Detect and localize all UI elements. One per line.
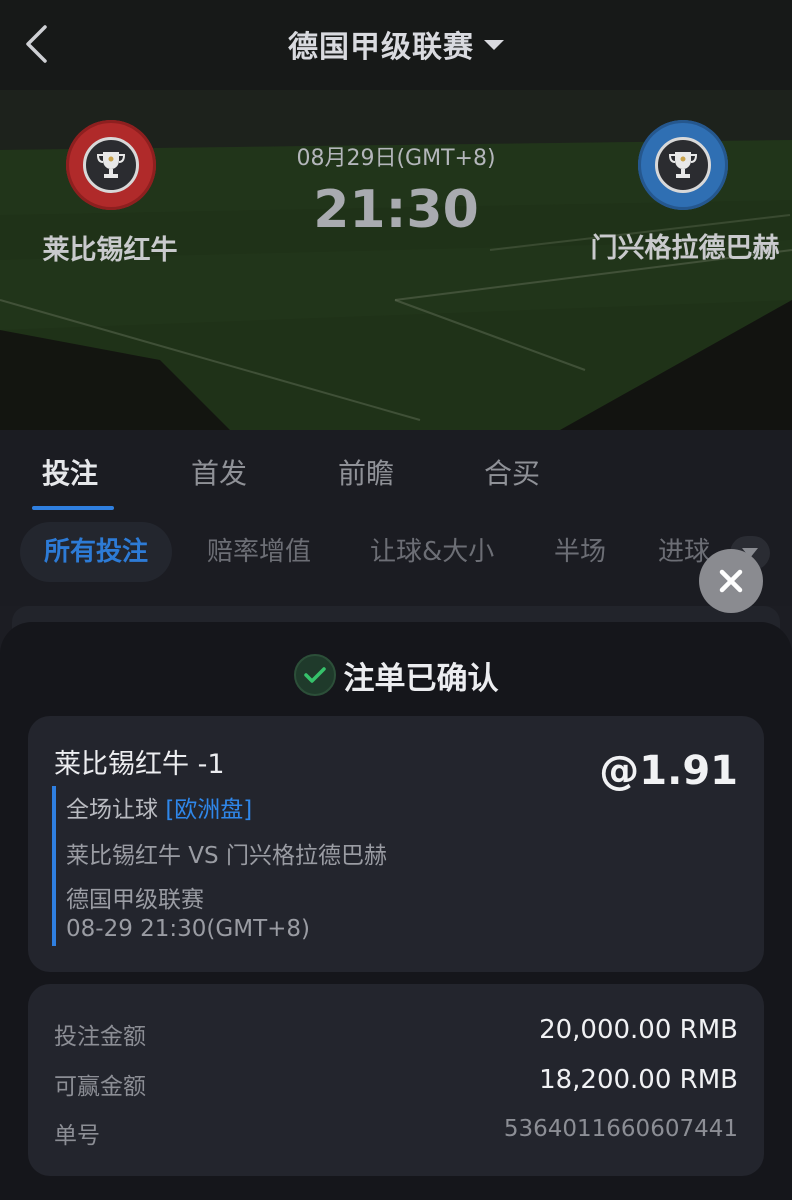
bet-filter-chips: 所有投注 赔率增值 让球&大小 半场 进球: [0, 514, 792, 606]
match-time: 21:30: [313, 180, 479, 240]
tab-preview[interactable]: 前瞻: [338, 452, 394, 492]
stake-label: 投注金额: [54, 1024, 146, 1050]
bet-league: 德国甲级联赛: [66, 887, 204, 913]
bet-matchup: 莱比锡红牛 VS 门兴格拉德巴赫: [66, 843, 387, 869]
detail-accent-bar: [52, 786, 56, 946]
caret-down-icon: [484, 39, 504, 50]
confirmation-title: 注单已确认: [343, 660, 499, 697]
chip-all-bets[interactable]: 所有投注: [20, 522, 173, 582]
main-tabs: 投注 首发 前瞻 合买: [0, 430, 792, 514]
order-number: 5364011660607441: [503, 1116, 738, 1142]
market-tag: [欧洲盘]: [165, 797, 253, 823]
league-title: 德国甲级联赛: [288, 30, 474, 65]
confirmation-header: 注单已确认: [0, 650, 792, 700]
bet-market: 全场让球 [欧洲盘]: [66, 790, 252, 824]
close-icon: [719, 569, 743, 593]
match-date: 08月29日(GMT+8): [296, 146, 496, 171]
tab-group-buy[interactable]: 合买: [484, 452, 540, 492]
bet-odds: @1.91: [599, 748, 738, 794]
bet-confirmation-screen: 德国甲级联赛 莱比锡红牛 门兴格拉德巴赫 08月29日(GMT+8) 21:30…: [0, 0, 792, 1200]
win-label: 可赢金额: [54, 1074, 146, 1100]
tab-lineup[interactable]: 首发: [191, 452, 247, 492]
chip-odds-boost[interactable]: 赔率增值: [207, 522, 311, 582]
check-icon: [293, 654, 336, 696]
active-tab-indicator: [32, 506, 114, 510]
tab-bet[interactable]: 投注: [42, 452, 98, 492]
chip-half-time[interactable]: 半场: [554, 522, 606, 582]
market-name: 全场让球: [66, 797, 158, 823]
win-value: 18,200.00 RMB: [539, 1065, 738, 1095]
bet-selection: 莱比锡红牛 -1: [54, 749, 225, 780]
close-button[interactable]: [699, 549, 763, 613]
chip-handicap-total[interactable]: 让球&大小: [370, 522, 494, 582]
order-label: 单号: [54, 1123, 100, 1149]
bet-kickoff: 08-29 21:30(GMT+8): [66, 916, 310, 942]
stake-value: 20,000.00 RMB: [539, 1015, 738, 1045]
league-selector[interactable]: 德国甲级联赛: [0, 22, 792, 66]
